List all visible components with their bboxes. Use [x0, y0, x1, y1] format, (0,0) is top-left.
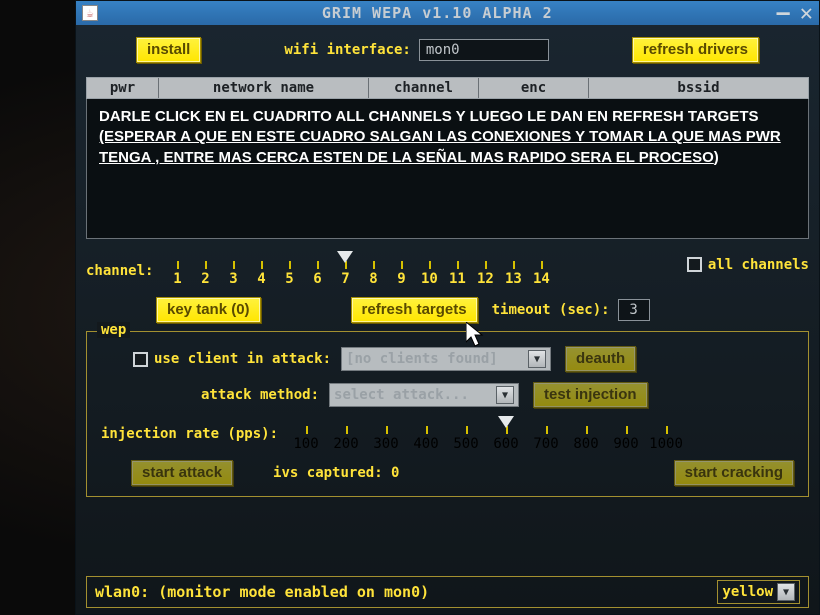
injection-rate-label: injection rate (pps): — [101, 418, 278, 442]
timeout-label: timeout (sec): — [492, 302, 610, 318]
color-select[interactable]: yellow ▼ — [717, 580, 800, 604]
timeout-input[interactable] — [618, 299, 650, 321]
all-channels-label: all channels — [708, 257, 809, 273]
wifi-interface-label: wifi interface: — [284, 42, 410, 58]
tutorial-overlay-text: DARLE CLICK EN EL CUADRITO ALL CHANNELS … — [99, 108, 759, 125]
status-bar: wlan0: (monitor mode enabled on mon0) ye… — [86, 576, 809, 608]
deauth-button[interactable]: deauth — [565, 346, 636, 372]
target-list[interactable]: DARLE CLICK EN EL CUADRITO ALL CHANNELS … — [86, 99, 809, 239]
injection-rate-slider[interactable]: 100 200 300 400 500 600 700 800 900 1000 — [286, 436, 686, 452]
injection-rate-thumb[interactable] — [498, 416, 514, 428]
window-title: GRIM WEPA v1.10 ALPHA 2 — [108, 4, 767, 22]
ivs-captured-label: ivs captured: 0 — [273, 465, 399, 481]
use-client-label: use client in attack: — [154, 351, 331, 367]
titlebar: ☕ GRIM WEPA v1.10 ALPHA 2 — ✕ — [76, 1, 819, 25]
install-button[interactable]: install — [136, 37, 201, 63]
refresh-targets-button[interactable]: refresh targets — [351, 297, 478, 323]
chevron-down-icon: ▼ — [496, 386, 514, 404]
java-icon: ☕ — [82, 5, 98, 21]
col-enc[interactable]: enc — [479, 78, 589, 98]
app-window: ☕ GRIM WEPA v1.10 ALPHA 2 — ✕ install wi… — [75, 0, 820, 615]
wep-legend: wep — [97, 322, 130, 338]
tutorial-overlay-underline: (ESPERAR A QUE EN ESTE CUADRO SALGAN LAS… — [99, 128, 781, 165]
chevron-down-icon: ▼ — [528, 350, 546, 368]
minimize-button[interactable]: — — [777, 1, 790, 26]
attack-method-select[interactable]: select attack... ▼ — [329, 383, 519, 407]
channel-slider-thumb[interactable] — [337, 251, 353, 263]
refresh-drivers-button[interactable]: refresh drivers — [632, 37, 759, 63]
start-attack-button[interactable]: start attack — [131, 460, 233, 486]
clients-select[interactable]: [no clients found] ▼ — [341, 347, 551, 371]
col-bssid[interactable]: bssid — [589, 78, 808, 98]
channel-label: channel: — [86, 257, 153, 279]
all-channels-checkbox[interactable] — [687, 257, 702, 272]
close-button[interactable]: ✕ — [800, 1, 813, 26]
test-injection-button[interactable]: test injection — [533, 382, 648, 408]
start-cracking-button[interactable]: start cracking — [674, 460, 794, 486]
attack-method-label: attack method: — [201, 387, 319, 403]
target-list-headers: pwr network name channel enc bssid — [86, 77, 809, 99]
col-channel[interactable]: channel — [369, 78, 479, 98]
col-network-name[interactable]: network name — [159, 78, 369, 98]
use-client-checkbox[interactable] — [133, 352, 148, 367]
status-text: wlan0: (monitor mode enabled on mon0) — [95, 583, 429, 601]
wep-panel: wep use client in attack: [no clients fo… — [86, 331, 809, 497]
col-pwr[interactable]: pwr — [87, 78, 159, 98]
key-tank-button[interactable]: key tank (0) — [156, 297, 261, 323]
wifi-interface-input[interactable] — [419, 39, 549, 61]
channel-slider[interactable]: 1 2 3 4 5 6 7 8 9 10 11 12 13 14 — [163, 271, 555, 287]
chevron-down-icon: ▼ — [777, 583, 795, 601]
